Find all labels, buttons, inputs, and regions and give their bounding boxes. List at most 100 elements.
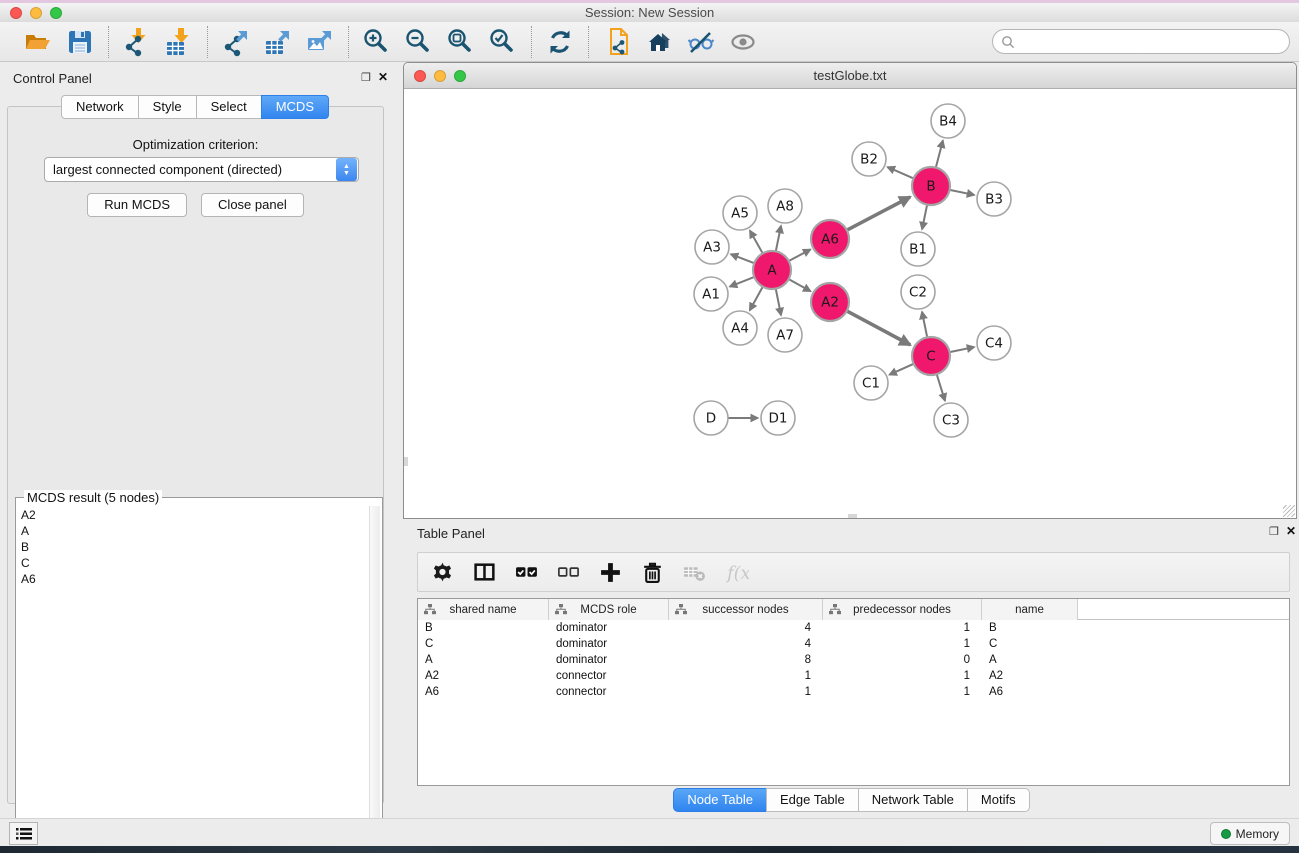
graph-edge-B-B1[interactable] <box>922 205 927 230</box>
graph-node-A3[interactable]: A3 <box>695 230 729 264</box>
graph-node-A2[interactable]: A2 <box>811 283 849 321</box>
hide-details-icon[interactable] <box>685 26 717 58</box>
column-header-MCDS-role[interactable]: MCDS role <box>549 599 669 620</box>
graph-node-C4[interactable]: C4 <box>977 326 1011 360</box>
graph-edge-A6-B[interactable] <box>847 197 910 230</box>
graph-node-A[interactable]: A <box>753 251 791 289</box>
search-box[interactable] <box>992 29 1290 54</box>
home-icon[interactable] <box>643 26 675 58</box>
graph-node-B[interactable]: B <box>912 167 950 205</box>
graph-edge-A-A2[interactable] <box>789 279 811 291</box>
close-panel-icon[interactable]: ✕ <box>378 70 388 84</box>
settings-gear-icon[interactable] <box>430 559 456 585</box>
resize-grip-icon[interactable] <box>1283 505 1295 517</box>
graph-edge-A2-C[interactable] <box>847 311 910 345</box>
graph-node-A7[interactable]: A7 <box>768 318 802 352</box>
graph-edge-C-C1[interactable] <box>889 364 913 375</box>
zoom-in-icon[interactable] <box>361 26 393 58</box>
canvas-hscroll-stub[interactable] <box>848 514 857 518</box>
tab-network[interactable]: Network <box>61 95 139 119</box>
import-network-icon[interactable] <box>121 26 153 58</box>
column-header-name[interactable]: name <box>982 599 1078 620</box>
mcds-result-item[interactable]: A2 <box>21 507 36 523</box>
table-row[interactable]: Cdominator41C <box>418 636 1289 652</box>
graph-node-B4[interactable]: B4 <box>931 104 965 138</box>
column-header-successor-nodes[interactable]: successor nodes <box>669 599 823 620</box>
column-header-shared-name[interactable]: shared name <box>418 599 549 620</box>
export-image-icon[interactable] <box>304 26 336 58</box>
show-details-icon[interactable] <box>727 26 759 58</box>
graph-node-B1[interactable]: B1 <box>901 232 935 266</box>
table-row[interactable]: Bdominator41B <box>418 620 1289 636</box>
graph-node-D1[interactable]: D1 <box>761 401 795 435</box>
graph-node-A6[interactable]: A6 <box>811 220 849 258</box>
tab-edge-table[interactable]: Edge Table <box>766 788 859 812</box>
add-column-icon[interactable] <box>598 559 624 585</box>
mcds-result-item[interactable]: A6 <box>21 571 36 587</box>
deselect-all-icon[interactable] <box>556 559 582 585</box>
graph-node-C3[interactable]: C3 <box>934 403 968 437</box>
graph-node-D[interactable]: D <box>694 401 728 435</box>
graph-edge-B-B3[interactable] <box>950 190 975 195</box>
network-canvas[interactable]: B4B2BB3A5A8A6B1A3AC2A1A2A4A7CC4C1C3DD1 <box>404 89 1296 518</box>
tab-select[interactable]: Select <box>196 95 262 119</box>
graph-edge-A-A3[interactable] <box>731 254 754 263</box>
column-header-predecessor-nodes[interactable]: predecessor nodes <box>823 599 982 620</box>
zoom-fit-icon[interactable] <box>445 26 477 58</box>
graph-edge-C-C2[interactable] <box>922 312 927 338</box>
tab-mcds[interactable]: MCDS <box>261 95 329 119</box>
table-float-icon[interactable]: ❐ <box>1269 525 1279 538</box>
delete-column-icon[interactable] <box>640 559 666 585</box>
task-history-button[interactable] <box>9 822 38 845</box>
canvas-vscroll-stub[interactable] <box>404 457 408 466</box>
graph-node-C1[interactable]: C1 <box>854 366 888 400</box>
graph-edge-C-C4[interactable] <box>950 347 975 352</box>
graph-edge-B-B4[interactable] <box>936 140 943 167</box>
mcds-result-item[interactable]: C <box>21 555 36 571</box>
tab-network-table[interactable]: Network Table <box>858 788 968 812</box>
close-panel-button[interactable]: Close panel <box>201 193 304 217</box>
tab-style[interactable]: Style <box>138 95 197 119</box>
graph-node-A8[interactable]: A8 <box>768 189 802 223</box>
run-mcds-button[interactable]: Run MCDS <box>87 193 187 217</box>
export-table-icon[interactable] <box>262 26 294 58</box>
graph-node-B2[interactable]: B2 <box>852 142 886 176</box>
graph-edge-A-A6[interactable] <box>789 249 811 261</box>
graph-edge-A-A4[interactable] <box>750 287 763 311</box>
graph-edge-A-A8[interactable] <box>776 226 781 252</box>
graph-node-A5[interactable]: A5 <box>723 196 757 230</box>
save-session-icon[interactable] <box>64 26 96 58</box>
table-row[interactable]: A6connector11A6 <box>418 684 1289 700</box>
mcds-result-scrollbar[interactable] <box>369 506 380 838</box>
float-panel-icon[interactable]: ❐ <box>361 71 371 84</box>
node-table[interactable]: shared nameMCDS rolesuccessor nodesprede… <box>417 598 1290 786</box>
graph-edge-A-A1[interactable] <box>730 277 755 287</box>
search-input[interactable] <box>1015 32 1289 52</box>
zoom-out-icon[interactable] <box>403 26 435 58</box>
table-close-icon[interactable]: ✕ <box>1286 524 1296 538</box>
criterion-dropdown[interactable]: largest connected component (directed) ▲… <box>44 157 359 182</box>
network-window-titlebar[interactable]: testGlobe.txt <box>404 63 1296 89</box>
graph-node-C[interactable]: C <box>912 337 950 375</box>
memory-button[interactable]: Memory <box>1210 822 1290 845</box>
graph-node-B3[interactable]: B3 <box>977 182 1011 216</box>
split-panel-icon[interactable] <box>472 559 498 585</box>
graph-edge-C-C3[interactable] <box>937 374 945 401</box>
mcds-result-item[interactable]: B <box>21 539 36 555</box>
graph-edge-A-A7[interactable] <box>776 289 781 316</box>
graph-edge-A-A5[interactable] <box>750 231 763 254</box>
select-all-icon[interactable] <box>514 559 540 585</box>
graph-edge-B-B2[interactable] <box>887 167 913 178</box>
tab-node-table[interactable]: Node Table <box>673 788 767 812</box>
tab-motifs[interactable]: Motifs <box>967 788 1030 812</box>
network-file-icon[interactable] <box>601 26 633 58</box>
mcds-result-item[interactable]: A <box>21 523 36 539</box>
import-table-icon[interactable] <box>163 26 195 58</box>
refresh-layout-icon[interactable] <box>544 26 576 58</box>
graph-node-A4[interactable]: A4 <box>723 311 757 345</box>
export-network-icon[interactable] <box>220 26 252 58</box>
open-file-icon[interactable] <box>22 26 54 58</box>
table-row[interactable]: Adominator80A <box>418 652 1289 668</box>
zoom-selected-icon[interactable] <box>487 26 519 58</box>
graph-node-C2[interactable]: C2 <box>901 275 935 309</box>
